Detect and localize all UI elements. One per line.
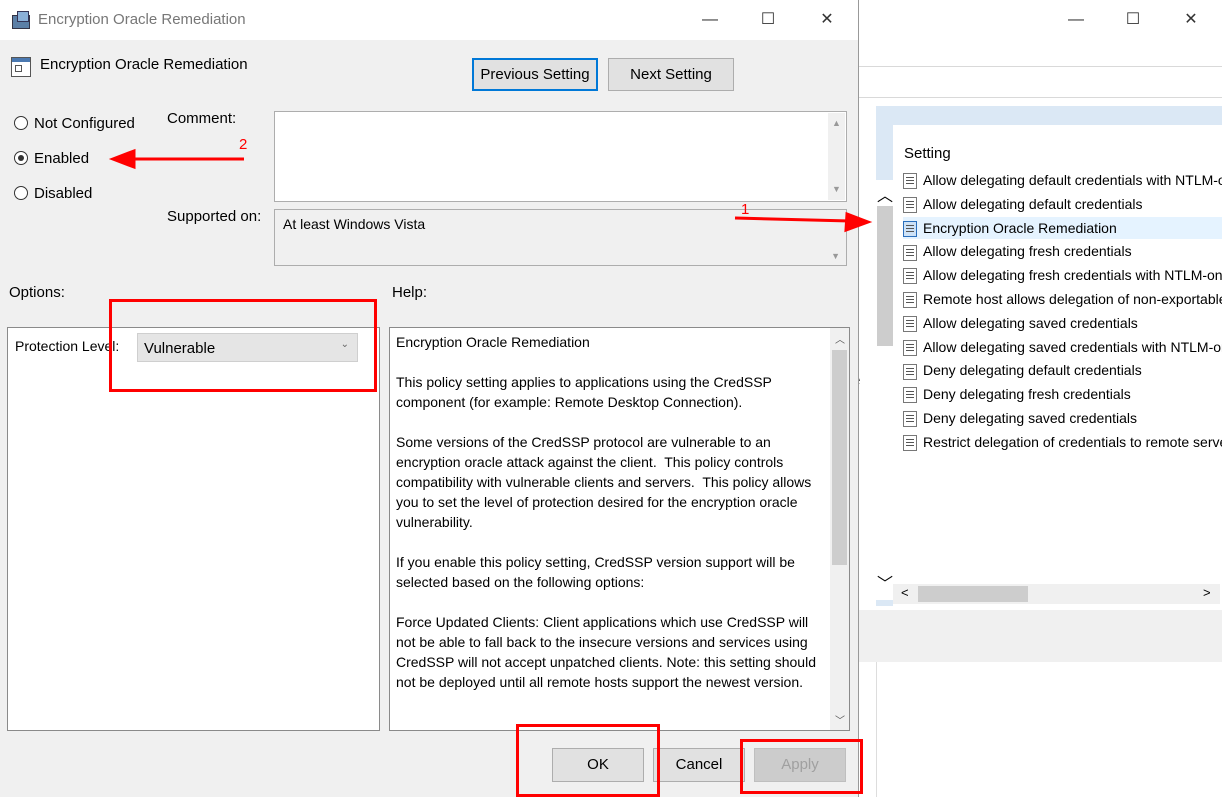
annotation-arrow-1-head bbox=[844, 211, 873, 233]
annotation-arrows bbox=[108, 148, 873, 233]
annotation-arrow-2-head bbox=[108, 148, 136, 170]
annotation-arrow-1-line bbox=[734, 216, 851, 223]
